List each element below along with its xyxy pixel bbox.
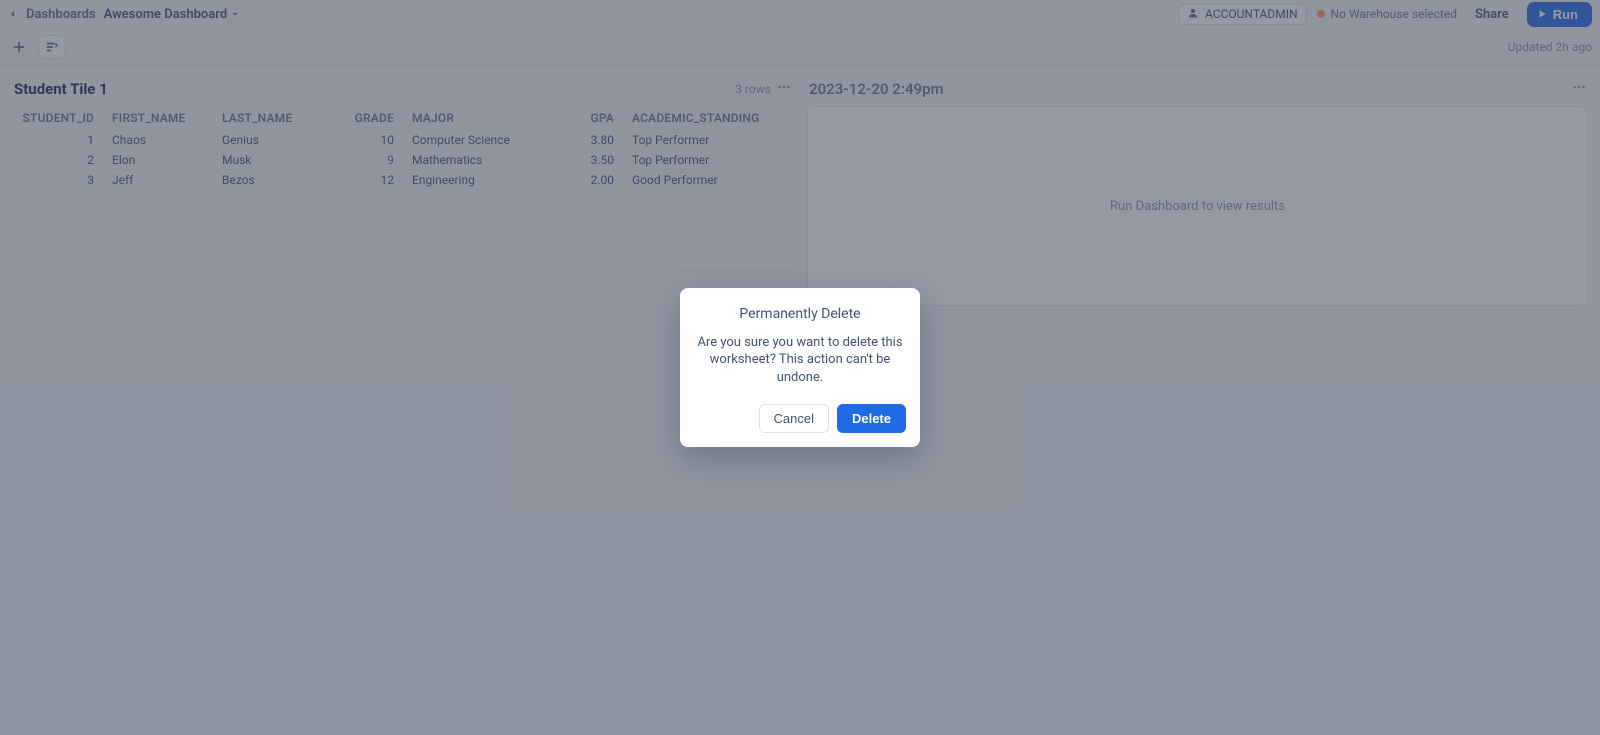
- delete-button[interactable]: Delete: [837, 404, 906, 433]
- cancel-button[interactable]: Cancel: [759, 404, 829, 433]
- delete-confirmation-modal: Permanently Delete Are you sure you want…: [680, 288, 920, 448]
- modal-body: Are you sure you want to delete this wor…: [694, 334, 906, 387]
- modal-overlay[interactable]: Permanently Delete Are you sure you want…: [0, 0, 1600, 735]
- modal-title: Permanently Delete: [694, 306, 906, 322]
